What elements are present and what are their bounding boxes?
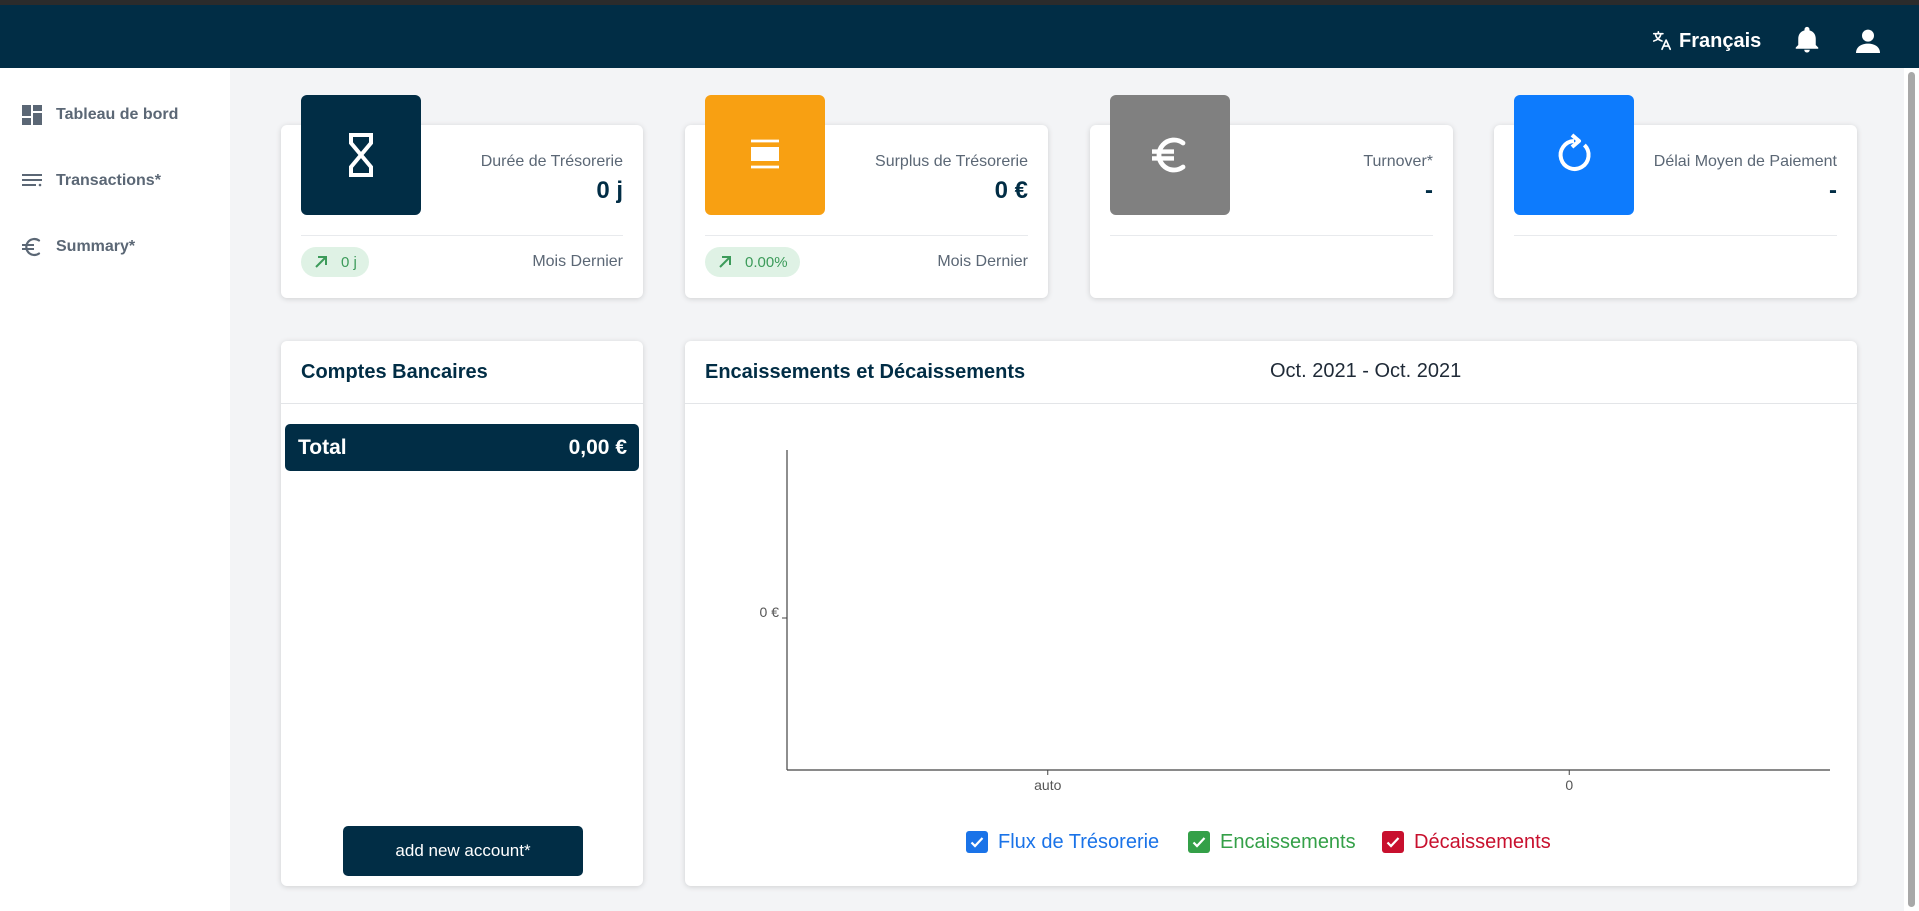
arrow-up-right-icon [315, 256, 327, 268]
euro-icon [22, 237, 41, 257]
sidebar: Tableau de bord Transactions* Summary* [0, 68, 230, 911]
trend-note: Mois Dernier [532, 253, 623, 270]
trend-note: Mois Dernier [937, 253, 1028, 270]
kpi-value: 0 € [994, 177, 1028, 204]
bank-accounts-panel: Comptes Bancaires Total 0,00 € add new a… [281, 341, 643, 886]
euro-icon [1152, 137, 1186, 173]
total-value: 0,00 € [568, 436, 627, 459]
hourglass-icon [349, 133, 373, 177]
trend-value: 0 j [341, 253, 357, 271]
kpi-card-cash-surplus: Surplus de Trésorerie 0 € 0.00% Mois Der… [685, 95, 1048, 298]
sidebar-item-label: Summary* [56, 238, 136, 255]
scrollbar-thumb[interactable] [1908, 72, 1915, 907]
divider [1110, 235, 1433, 236]
kpi-icon-box [1514, 95, 1634, 215]
language-label: Français [1679, 29, 1762, 52]
kpi-icon-box [705, 95, 825, 215]
kpi-value: - [1425, 177, 1433, 204]
cashflow-panel: Encaissements et Décaissements Oct. 2021… [685, 341, 1857, 886]
divider [301, 235, 623, 236]
kpi-icon-box [301, 95, 421, 215]
add-account-button[interactable]: add new account* [343, 826, 583, 876]
sidebar-item-label: Tableau de bord [56, 106, 179, 123]
cashflow-chart: auto 0 0 € [760, 450, 1830, 793]
legend-label: Décaissements [1414, 830, 1551, 853]
kpi-title: Durée de Trésorerie [480, 153, 623, 170]
list-icon [22, 174, 42, 187]
legend-label: Encaissements [1220, 830, 1356, 853]
language-selector[interactable]: Français [1651, 26, 1761, 56]
sidebar-item-label: Transactions* [56, 172, 161, 189]
total-label: Total [298, 436, 347, 459]
sidebar-item-summary[interactable]: Summary* [20, 235, 135, 259]
kpi-value: 0 j [596, 177, 623, 204]
x-tick-label: 0 [1565, 777, 1573, 793]
cash-icon [751, 139, 779, 169]
legend-receipts-toggle[interactable]: Encaissements [1188, 827, 1356, 857]
user-icon[interactable] [1852, 25, 1884, 57]
bell-icon[interactable] [1792, 25, 1822, 55]
checkbox-icon[interactable] [1382, 831, 1404, 853]
trend-value: 0.00% [745, 253, 788, 271]
refresh-icon [1558, 133, 1591, 171]
arrow-up-right-icon [719, 256, 731, 268]
kpi-title: Turnover* [1363, 153, 1433, 170]
legend-label: Flux de Trésorerie [998, 830, 1160, 853]
kpi-card-cash-duration: Durée de Trésorerie 0 j 0 j Mois Dernier [281, 95, 643, 298]
sidebar-item-transactions[interactable]: Transactions* [20, 169, 161, 193]
translate-icon [1652, 31, 1672, 51]
top-bar: Français [0, 5, 1919, 68]
kpi-title: Surplus de Trésorerie [875, 153, 1028, 170]
legend-flux-toggle[interactable]: Flux de Trésorerie [966, 827, 1159, 857]
y-tick-label: 0 € [760, 604, 780, 620]
trend-badge: 0.00% [705, 247, 800, 277]
kpi-card-average-payment-delay: Délai Moyen de Paiement - [1494, 95, 1857, 298]
trend-badge: 0 j [301, 247, 369, 277]
divider [281, 403, 643, 404]
divider [705, 235, 1028, 236]
dashboard-icon [22, 105, 42, 125]
total-row: Total 0,00 € [285, 424, 639, 471]
kpi-icon-box [1110, 95, 1230, 215]
kpi-card-turnover: Turnover* - [1090, 95, 1453, 298]
legend-disbursements-toggle[interactable]: Décaissements [1382, 827, 1551, 857]
checkbox-icon[interactable] [966, 831, 988, 853]
kpi-value: - [1829, 177, 1837, 204]
sidebar-item-dashboard[interactable]: Tableau de bord [20, 103, 178, 127]
panel-title: Comptes Bancaires [301, 361, 488, 383]
checkbox-icon[interactable] [1188, 831, 1210, 853]
divider [1514, 235, 1837, 236]
kpi-title: Délai Moyen de Paiement [1653, 153, 1837, 170]
x-tick-label: auto [1034, 777, 1061, 793]
